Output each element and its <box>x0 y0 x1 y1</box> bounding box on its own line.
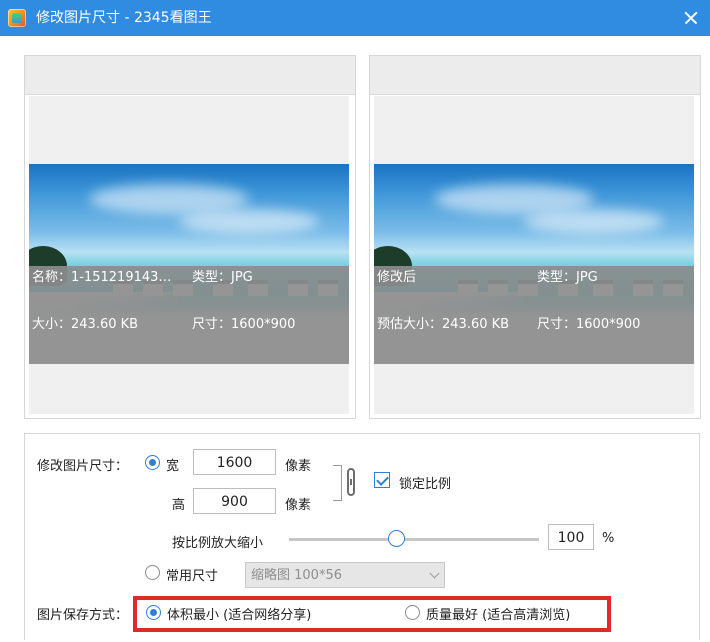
scale-slider-handle[interactable] <box>388 530 405 547</box>
lock-ratio-checkbox[interactable] <box>374 472 390 488</box>
title-bar: 修改图片尺寸 - 2345看图王 <box>0 0 710 36</box>
height-input[interactable]: 900 <box>193 488 276 514</box>
modified-size: 预估大小：243.60 KB <box>377 317 510 332</box>
app-logo-icon <box>8 9 26 27</box>
save-small-radio[interactable] <box>146 605 161 620</box>
preview-header <box>370 56 700 95</box>
height-label: 高 <box>172 498 186 513</box>
modified-preview-panel: 修改后 类型：JPG 预估大小：243.60 KB 尺寸：1600*900 <box>369 55 701 419</box>
width-label: 宽 <box>166 459 180 474</box>
lock-ratio-label: 锁定比例 <box>399 477 452 492</box>
modified-info-overlay: 修改后 类型：JPG 预估大小：243.60 KB 尺寸：1600*900 <box>374 266 694 364</box>
link-icon <box>347 468 355 496</box>
save-small-label: 体积最小 (适合网络分享) <box>167 608 312 623</box>
common-size-radio[interactable] <box>145 565 160 580</box>
modified-name: 修改后 <box>377 270 417 285</box>
scale-unit: % <box>602 531 615 546</box>
chevron-down-icon <box>429 568 440 579</box>
modified-type: 类型：JPG <box>537 270 598 285</box>
scale-input[interactable]: 100 <box>548 524 594 550</box>
common-size-value: 缩略图 100*56 <box>251 568 342 583</box>
save-mode-label: 图片保存方式： <box>37 608 129 623</box>
original-info-overlay: 名称：1-151219143… 类型：JPG 大小：243.60 KB 尺寸：1… <box>29 266 349 364</box>
original-preview-panel: 名称：1-151219143… 类型：JPG 大小：243.60 KB 尺寸：1… <box>24 55 356 419</box>
window-title: 修改图片尺寸 - 2345看图王 <box>36 10 212 26</box>
close-icon[interactable] <box>676 3 706 33</box>
width-height-radio[interactable] <box>145 455 160 470</box>
width-input[interactable]: 1600 <box>193 449 276 475</box>
save-quality-radio[interactable] <box>405 605 420 620</box>
original-preview: 名称：1-151219143… 类型：JPG 大小：243.60 KB 尺寸：1… <box>29 96 349 414</box>
height-unit: 像素 <box>285 498 312 513</box>
save-quality-label: 质量最好 (适合高清浏览) <box>426 608 571 623</box>
original-size: 大小：243.60 KB <box>32 317 139 332</box>
ratio-bracket <box>333 465 342 501</box>
common-size-select[interactable]: 缩略图 100*56 <box>245 562 445 588</box>
width-unit: 像素 <box>285 459 312 474</box>
scale-label: 按比例放大缩小 <box>172 536 264 551</box>
scale-slider-track[interactable] <box>289 538 539 541</box>
original-type: 类型：JPG <box>192 270 253 285</box>
original-dimensions: 尺寸：1600*900 <box>192 317 296 332</box>
modified-preview: 修改后 类型：JPG 预估大小：243.60 KB 尺寸：1600*900 <box>374 96 694 414</box>
resize-label: 修改图片尺寸： <box>37 459 129 474</box>
preview-header <box>25 56 355 95</box>
common-size-label: 常用尺寸 <box>166 569 219 584</box>
original-name: 名称：1-151219143… <box>32 270 172 285</box>
modified-dimensions: 尺寸：1600*900 <box>537 317 641 332</box>
